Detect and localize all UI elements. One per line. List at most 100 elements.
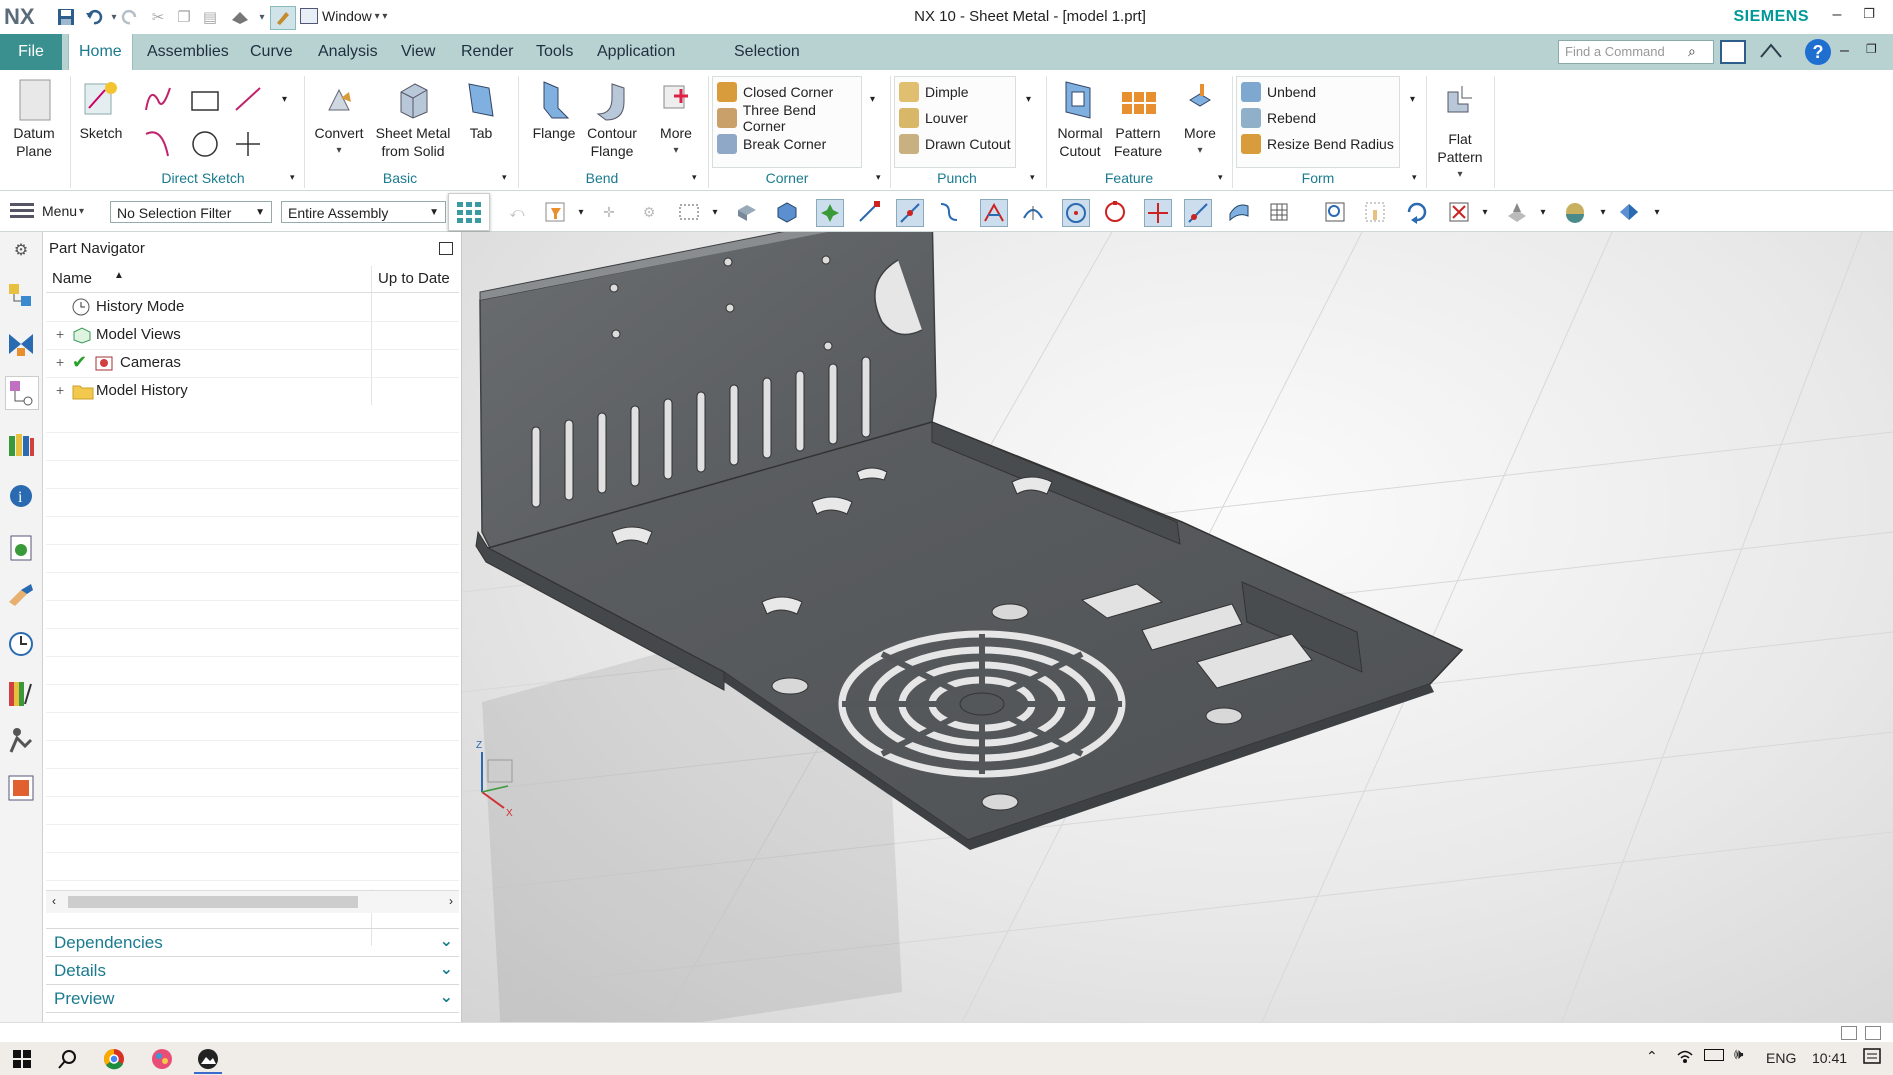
search-taskbar-icon[interactable]: [54, 1046, 82, 1072]
select-face-icon[interactable]: [734, 199, 760, 225]
flat-pattern-button[interactable]: Flat Pattern ▾: [1430, 78, 1490, 184]
search-icon[interactable]: ⌕: [1688, 43, 1696, 60]
cut-icon[interactable]: ✂: [146, 6, 170, 28]
edit-section-dropdown-icon[interactable]: ▾: [1644, 199, 1670, 225]
save-icon[interactable]: [54, 6, 78, 28]
start-icon[interactable]: [8, 1046, 36, 1072]
orient-view-dropdown-icon[interactable]: ▾: [1530, 199, 1556, 225]
mid-point-icon[interactable]: [896, 199, 924, 227]
group-form-dropdown[interactable]: ▾: [1412, 172, 1417, 183]
paint-app-icon[interactable]: [148, 1046, 176, 1072]
group-corner-dropdown[interactable]: ▾: [876, 172, 881, 183]
dimple-button[interactable]: Dimple: [895, 79, 1015, 105]
tab-button[interactable]: Tab: [458, 78, 504, 142]
navigator-maximize-icon[interactable]: [439, 242, 453, 255]
drawn-cutout-button[interactable]: Drawn Cutout: [895, 131, 1015, 157]
tab-home[interactable]: Home: [68, 34, 133, 70]
type-filter-dropdown-icon[interactable]: ▾: [568, 199, 594, 225]
scroll-right-icon[interactable]: ›: [449, 894, 453, 908]
photos-app-icon[interactable]: [194, 1046, 222, 1074]
orient-view-icon[interactable]: [1504, 199, 1530, 225]
expand-icon[interactable]: +: [56, 382, 64, 398]
tab-tools[interactable]: Tools: [526, 34, 583, 70]
group-punch-dropdown[interactable]: ▾: [1030, 172, 1035, 183]
show-hidden-icons[interactable]: ⌃: [1646, 1048, 1658, 1065]
language-indicator[interactable]: ENG: [1766, 1050, 1796, 1066]
snap-off-icon[interactable]: ⤺: [504, 199, 530, 225]
resize-bend-radius-button[interactable]: Resize Bend Radius: [1237, 131, 1399, 157]
part-navigator-icon[interactable]: [5, 376, 39, 410]
tab-assemblies[interactable]: Assemblies: [137, 34, 239, 70]
preview-panel[interactable]: Preview ⌄: [46, 984, 459, 1013]
redo-icon[interactable]: [118, 6, 142, 28]
horizontal-scrollbar[interactable]: ‹ ›: [46, 890, 459, 913]
tab-view[interactable]: View: [391, 34, 445, 70]
flange-button[interactable]: Flange: [528, 78, 580, 142]
roles-icon[interactable]: [5, 724, 37, 756]
rectangle-select-dropdown-icon[interactable]: ▾: [702, 199, 728, 225]
normal-cutout-button[interactable]: Normal Cutout: [1052, 78, 1108, 160]
edit-section-icon[interactable]: [1616, 199, 1642, 225]
selection-scope-select[interactable]: Entire Assembly ▼: [281, 201, 446, 223]
louver-button[interactable]: Louver: [895, 105, 1015, 131]
snap-enable-icon[interactable]: [816, 199, 844, 227]
column-header-name[interactable]: Name: [52, 270, 92, 287]
menu-button[interactable]: Menu ▾: [8, 199, 84, 223]
checkmark-icon[interactable]: ✔: [72, 352, 87, 373]
group-direct-sketch-dropdown[interactable]: ▾: [290, 172, 295, 183]
chevron-down-icon[interactable]: ⌄: [440, 987, 453, 1007]
graphics-window[interactable]: Z X: [462, 232, 1893, 1022]
point-on-curve-icon[interactable]: [1184, 199, 1212, 227]
direct-sketch-more-icon[interactable]: ▾: [282, 94, 287, 105]
volume-icon[interactable]: 🕪: [1734, 1046, 1743, 1063]
sketch-button[interactable]: Sketch: [76, 78, 126, 142]
tab-analysis[interactable]: Analysis: [308, 34, 388, 70]
rotate-icon[interactable]: [1404, 199, 1430, 225]
selection-filter-select[interactable]: No Selection Filter ▼: [110, 201, 272, 223]
dependencies-panel[interactable]: Dependencies ⌄: [46, 928, 459, 956]
corner-more-icon[interactable]: ▾: [870, 94, 875, 105]
ribbon-restore-button[interactable]: ❐: [1866, 42, 1877, 56]
reuse-library-icon[interactable]: [5, 428, 37, 460]
tree-row-cameras[interactable]: + ✔ Cameras: [46, 349, 459, 378]
contour-flange-button[interactable]: Contour Flange: [582, 78, 642, 160]
sheet-metal-model[interactable]: Z X: [462, 232, 1893, 1022]
punch-more-icon[interactable]: ▾: [1026, 94, 1031, 105]
circle-center-icon[interactable]: [1062, 199, 1090, 227]
intersection-point-icon[interactable]: [980, 199, 1008, 227]
more-bend-button[interactable]: More ▾: [650, 78, 702, 160]
selection-grid-icon[interactable]: [448, 193, 490, 231]
help-icon[interactable]: ?: [1805, 39, 1831, 65]
convert-button[interactable]: Convert ▾: [310, 78, 368, 160]
tab-application[interactable]: Application: [587, 34, 685, 70]
arc-center-icon[interactable]: [1020, 199, 1046, 225]
unbend-button[interactable]: Unbend: [1237, 79, 1399, 105]
zoom-icon[interactable]: [1446, 199, 1472, 225]
expand-icon[interactable]: +: [56, 354, 64, 370]
history-icon[interactable]: [5, 628, 37, 660]
datum-plane-button[interactable]: Datum Plane: [8, 78, 60, 160]
rebend-button[interactable]: Rebend: [1237, 105, 1399, 131]
ribbon-minimize-button[interactable]: –: [1840, 42, 1849, 60]
zoom-dropdown-icon[interactable]: ▾: [1472, 199, 1498, 225]
chevron-down-icon[interactable]: ⌄: [440, 959, 453, 979]
wifi-icon[interactable]: [1676, 1047, 1694, 1068]
tab-selection[interactable]: Selection: [724, 34, 810, 70]
pan-icon[interactable]: [1362, 199, 1388, 225]
restore-button[interactable]: ❐: [1857, 6, 1881, 28]
assembly-select-icon[interactable]: ⚙: [636, 199, 662, 225]
chevron-down-icon[interactable]: ⌄: [440, 931, 453, 951]
information-icon[interactable]: i: [5, 480, 37, 512]
tree-row-history-mode[interactable]: History Mode: [46, 293, 459, 322]
clock[interactable]: 10:41: [1812, 1050, 1847, 1066]
fit-view-icon[interactable]: [1322, 199, 1348, 225]
minimize-button[interactable]: –: [1825, 6, 1849, 28]
paste-icon[interactable]: ▤: [198, 6, 222, 28]
settings-icon[interactable]: ⚙: [5, 234, 37, 266]
details-panel[interactable]: Details ⌄: [46, 956, 459, 984]
notifications-icon[interactable]: [1862, 1047, 1882, 1070]
more-feature-button[interactable]: More ▾: [1172, 78, 1228, 160]
web-browser-icon[interactable]: [5, 532, 37, 564]
window-menu[interactable]: Window ▾ ▾: [300, 5, 387, 27]
rectangle-select-icon[interactable]: [676, 199, 702, 225]
